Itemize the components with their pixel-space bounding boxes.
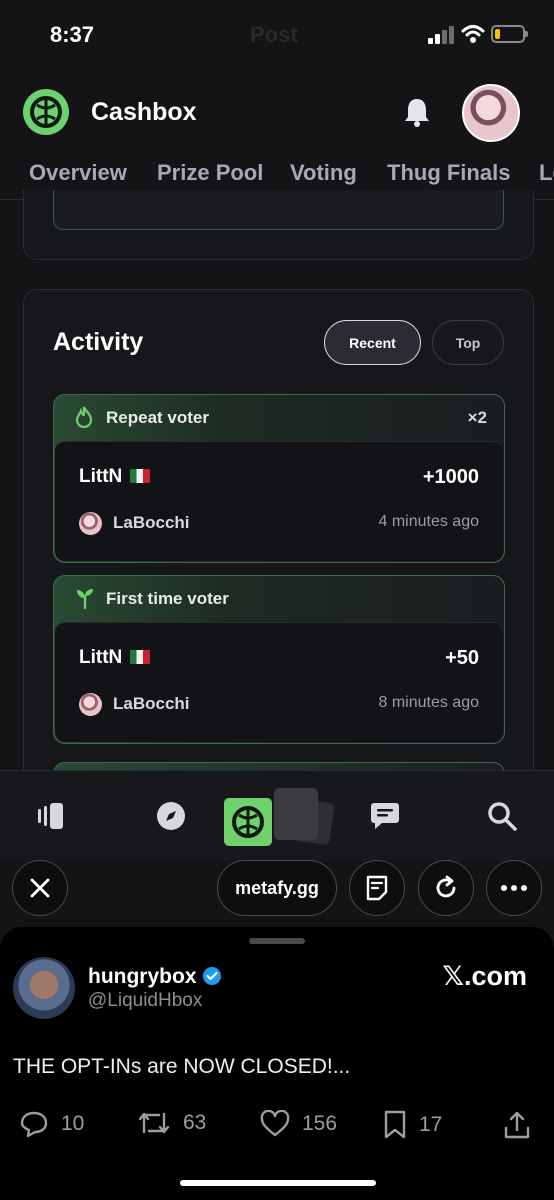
search-icon[interactable] (487, 801, 517, 831)
library-icon[interactable] (36, 801, 66, 831)
author-display-name: hungrybox (88, 965, 222, 989)
status-ghost-title: Post (250, 22, 298, 47)
cashbox-logo-icon[interactable] (23, 89, 69, 135)
previous-card (53, 190, 504, 230)
tab-prize-pool[interactable]: Prize Pool (157, 160, 263, 186)
sheet-grabber[interactable] (249, 938, 305, 944)
cashbox-tab-thumbnail-icon (224, 798, 272, 846)
voter-name: LittN (79, 647, 151, 669)
activity-card-body: LittN +50 LaBocchi 8 minutes ago (55, 622, 503, 742)
reload-icon (436, 875, 456, 898)
close-button[interactable] (12, 860, 68, 916)
cellular-signal-icon (428, 26, 456, 44)
reply-icon (20, 1111, 48, 1138)
author-avatar[interactable] (13, 957, 75, 1019)
verified-badge-icon (202, 967, 221, 985)
author-handle: @LiquidHbox (88, 990, 203, 1011)
browser-toolbar: metafy.gg (0, 860, 554, 930)
mexico-flag-icon (130, 469, 151, 483)
more-button[interactable] (486, 860, 542, 916)
voter-name: LittN (79, 466, 151, 488)
reply-count: 10 (61, 1112, 85, 1135)
activity-type: First time voter (106, 589, 229, 608)
app-bottom-nav (0, 770, 554, 860)
repost-count: 63 (183, 1111, 207, 1134)
more-dots-icon (501, 885, 527, 891)
activity-panel: Activity Recent Top Repeat voter ×2 Litt… (23, 289, 534, 809)
post-text: THE OPT-INs are NOW CLOSED!... (13, 1055, 351, 1078)
post-preview-sheet[interactable]: hungrybox @LiquidHbox 𝕏.com THE OPT-INs … (0, 927, 554, 1200)
repost-icon (138, 1112, 170, 1134)
tab-thug-finals[interactable]: Thug Finals (387, 160, 510, 186)
like-button[interactable]: 156 (260, 1110, 337, 1138)
bookmark-icon (384, 1110, 406, 1139)
reader-button[interactable] (349, 860, 405, 916)
tab-overview[interactable]: Overview (29, 160, 127, 186)
tab-partial[interactable]: Le (539, 160, 554, 186)
tab-voting[interactable]: Voting (290, 160, 357, 186)
activity-title: Activity (53, 328, 144, 356)
reader-mode-icon (366, 875, 388, 901)
like-count: 156 (302, 1112, 338, 1135)
repost-button[interactable]: 63 (137, 1110, 206, 1136)
timestamp: 8 minutes ago (378, 694, 479, 711)
activity-card[interactable]: Repeat voter ×2 LittN +1000 LaBocchi 4 m… (53, 394, 505, 563)
user-name: LaBocchi (113, 694, 190, 713)
user-avatar (79, 693, 102, 716)
points-value: +50 (445, 647, 479, 669)
user-name: LaBocchi (113, 513, 190, 532)
x-brand-link[interactable]: 𝕏.com (442, 961, 527, 992)
share-button[interactable] (503, 1110, 543, 1140)
battery-icon (491, 25, 528, 43)
user-avatar (79, 512, 102, 535)
profile-avatar[interactable] (462, 84, 520, 142)
mexico-flag-icon (130, 650, 151, 664)
bookmark-count: 17 (419, 1113, 443, 1136)
activity-type: Repeat voter (106, 408, 209, 427)
filter-recent-button[interactable]: Recent (324, 320, 421, 365)
close-icon (30, 878, 50, 898)
sprout-icon (77, 589, 93, 609)
explore-icon[interactable] (156, 801, 186, 831)
activity-card-body: LittN +1000 LaBocchi 4 minutes ago (55, 441, 503, 561)
home-indicator (180, 1180, 376, 1186)
reload-button[interactable] (418, 860, 474, 916)
url-pill[interactable]: metafy.gg (217, 860, 337, 916)
heart-icon (260, 1110, 290, 1137)
share-icon (504, 1111, 530, 1139)
tabs-switcher[interactable] (224, 783, 336, 846)
filter-top-button[interactable]: Top (432, 320, 504, 365)
points-value: +1000 (422, 466, 479, 488)
bookmark-button[interactable]: 17 (383, 1110, 442, 1140)
multiplier-badge: ×2 (467, 408, 487, 427)
status-bar: 8:37 Post (0, 0, 554, 70)
app-title: Cashbox (91, 98, 197, 126)
activity-card[interactable]: First time voter LittN +50 LaBocchi 8 mi… (53, 575, 505, 744)
timestamp: 4 minutes ago (378, 513, 479, 530)
post-metrics: 10 63 156 17 (0, 1105, 554, 1145)
flame-icon (75, 406, 93, 428)
chat-icon[interactable] (370, 801, 400, 831)
reply-button[interactable]: 10 (19, 1110, 84, 1138)
bell-icon[interactable] (402, 96, 432, 128)
app-header: Cashbox (0, 82, 554, 144)
status-time: 8:37 (50, 22, 95, 47)
previous-panel (23, 190, 534, 260)
wifi-icon (461, 25, 485, 43)
